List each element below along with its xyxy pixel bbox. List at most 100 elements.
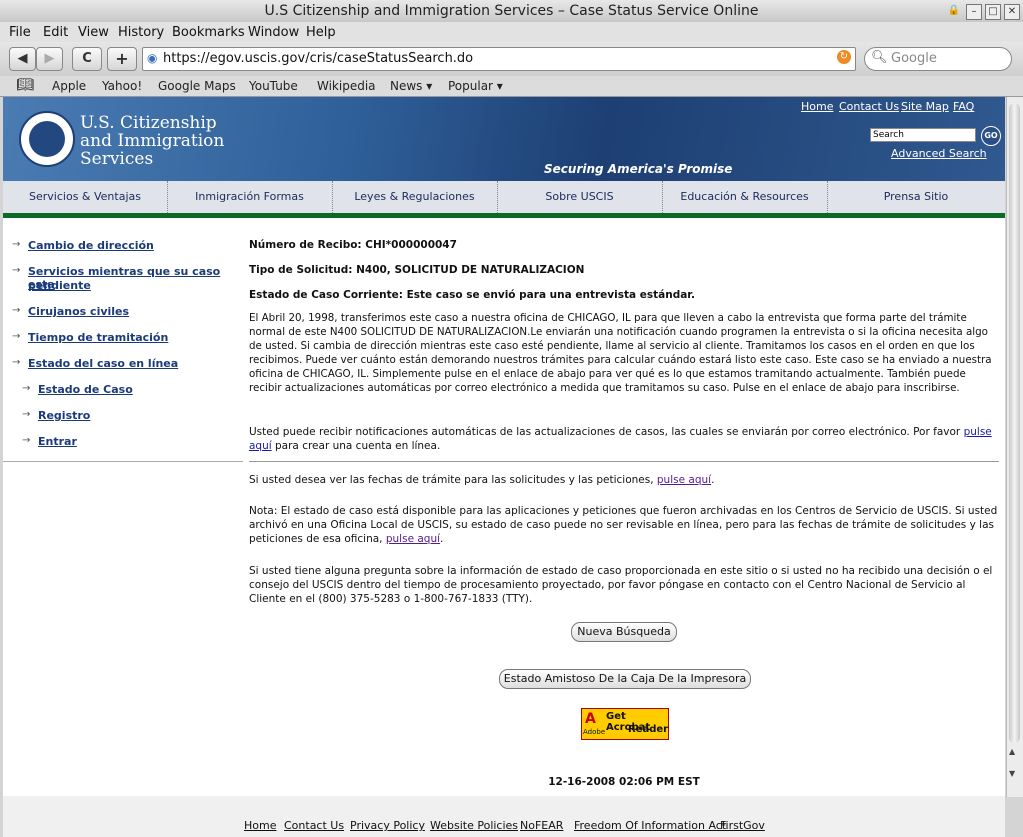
- sidebar: → Cambio de dirección → Servicios mientr…: [3, 218, 243, 796]
- note-text-a: Nota: El estado de caso está disponible …: [249, 505, 998, 545]
- forward-button[interactable]: ▶: [36, 47, 63, 71]
- main-nav: Servicios & Ventajas Inmigración Formas …: [3, 181, 1005, 218]
- adobe-brand: Adobe: [583, 728, 606, 736]
- nav-prensa[interactable]: Prensa Sitio: [827, 181, 1005, 213]
- footer-foia[interactable]: Freedom Of Information Act: [574, 819, 726, 832]
- bookmark-wikipedia[interactable]: Wikipedia: [317, 79, 376, 93]
- contact-paragraph: Si usted tiene alguna pregunta sobre la …: [249, 565, 993, 605]
- note-paragraph: Nota: El estado de caso está disponible …: [249, 504, 999, 546]
- printer-friendly-button[interactable]: Estado Amistoso De la Caja De la Impreso…: [499, 669, 751, 689]
- sidebar-item-estado[interactable]: Estado del caso en línea: [28, 357, 178, 370]
- search-field[interactable]: 🔍︎ Google: [864, 47, 1012, 71]
- nav-servicios[interactable]: Servicios & Ventajas: [3, 181, 168, 213]
- note-text-b: .: [440, 533, 444, 545]
- footer-home[interactable]: Home: [244, 819, 276, 832]
- menu-edit[interactable]: Edit: [43, 25, 68, 40]
- menu-view[interactable]: View: [78, 25, 109, 40]
- nav-sobre[interactable]: Sobre USCIS: [497, 181, 663, 213]
- sidebar-sub-entrar[interactable]: Entrar: [38, 435, 77, 448]
- menu-history[interactable]: History: [118, 25, 164, 40]
- sidebar-item-cirujanos[interactable]: Cirujanos civiles: [28, 305, 129, 318]
- footer-nofear[interactable]: NoFEAR: [520, 819, 563, 832]
- nav-leyes[interactable]: Leyes & Regulaciones: [332, 181, 498, 213]
- top-link-sitemap[interactable]: Site Map: [901, 100, 949, 113]
- nav-educacion[interactable]: Educación & Resources: [662, 181, 828, 213]
- open-book-icon[interactable]: 📖︎: [16, 77, 34, 93]
- bookmark-apple[interactable]: Apple: [52, 79, 86, 93]
- logo-line-3: Services: [80, 149, 154, 169]
- site-search-input[interactable]: Search: [870, 128, 976, 142]
- scroll-up-arrow-icon[interactable]: ▲: [1009, 747, 1015, 756]
- logo-line-1: U.S. Citizenship: [80, 113, 217, 133]
- nav-formas[interactable]: Inmigración Formas: [167, 181, 333, 213]
- address-bar[interactable]: ◉ https://egov.uscis.gov/cris/caseStatus…: [142, 47, 856, 71]
- arrow-icon: →: [12, 305, 21, 316]
- minimize-button[interactable]: –: [966, 4, 982, 20]
- bookmark-popular[interactable]: Popular ▾: [448, 79, 503, 93]
- notification-paragraph: Usted puede recibir notificaciones autom…: [249, 425, 999, 453]
- bookmark-google-maps[interactable]: Google Maps: [158, 79, 236, 93]
- magnifier-icon: 🔍︎: [871, 50, 888, 65]
- menu-window[interactable]: Window: [248, 25, 299, 40]
- new-search-button[interactable]: Nueva Búsqueda: [571, 622, 677, 642]
- sidebar-item-servicios-cont[interactable]: pendiente: [28, 279, 91, 292]
- arrow-icon: →: [22, 409, 31, 420]
- top-link-contact[interactable]: Contact Us: [839, 100, 899, 113]
- globe-icon: ◉: [147, 51, 158, 65]
- scroll-down-arrow-icon[interactable]: ▼: [1009, 769, 1015, 778]
- menu-bar: File Edit View History Bookmarks Window …: [0, 22, 1023, 42]
- office-dates-link[interactable]: pulse aquí: [386, 533, 440, 545]
- sidebar-sub-registro[interactable]: Registro: [38, 409, 90, 422]
- menu-help[interactable]: Help: [306, 25, 336, 40]
- tagline: Securing America's Promise: [544, 162, 733, 176]
- window-titlebar: U.S Citizenship and Immigration Services…: [0, 0, 1023, 22]
- site-banner: U.S. Citizenship and Immigration Service…: [3, 97, 1005, 181]
- adobe-logo-icon: A: [585, 711, 596, 727]
- menu-bookmarks[interactable]: Bookmarks: [172, 25, 245, 40]
- browser-toolbar: ◀ ▶ C + ◉ https://egov.uscis.gov/cris/ca…: [0, 42, 1023, 76]
- get-acrobat-reader-badge[interactable]: A Adobe Get Acrobat Reader: [581, 708, 669, 740]
- lock-icon: 🔒: [947, 5, 961, 16]
- arrow-icon: →: [12, 331, 21, 342]
- footer-contact[interactable]: Contact Us: [284, 819, 344, 832]
- dhs-seal-logo: [19, 111, 75, 167]
- menu-file[interactable]: File: [9, 25, 31, 40]
- back-button[interactable]: ◀: [9, 47, 36, 71]
- arrow-icon: →: [22, 435, 31, 446]
- rss-icon[interactable]: ↻: [837, 50, 851, 64]
- scrollbar-thumb[interactable]: [1009, 103, 1020, 743]
- bookmark-youtube[interactable]: YouTube: [249, 79, 298, 93]
- processing-dates-link[interactable]: pulse aquí: [657, 474, 711, 486]
- arrow-icon: →: [12, 265, 21, 276]
- footer-website-policies[interactable]: Website Policies: [430, 819, 518, 832]
- bookmark-news[interactable]: News ▾: [390, 79, 432, 93]
- search-go-button[interactable]: GO: [981, 126, 1001, 146]
- footer: Home Contact Us Privacy Policy Website P…: [3, 796, 1005, 837]
- top-link-home[interactable]: Home: [801, 100, 833, 113]
- close-button[interactable]: ✕: [1004, 4, 1020, 20]
- web-page: U.S. Citizenship and Immigration Service…: [3, 97, 1005, 837]
- processing-text-b: .: [711, 474, 715, 486]
- processing-text-a: Si usted desea ver las fechas de trámite…: [249, 474, 657, 486]
- footer-firstgov[interactable]: FirstGov: [720, 819, 765, 832]
- content-divider: [249, 461, 999, 462]
- advanced-search-link[interactable]: Advanced Search: [891, 147, 987, 160]
- case-status: Estado de Caso Corriente: Este caso se e…: [249, 289, 695, 301]
- sidebar-divider: [3, 461, 243, 462]
- sidebar-sub-estado-caso[interactable]: Estado de Caso: [38, 383, 133, 396]
- add-bookmark-button[interactable]: +: [107, 47, 137, 71]
- top-link-faq[interactable]: FAQ: [953, 100, 974, 113]
- maximize-button[interactable]: □: [985, 4, 1001, 20]
- arrow-icon: →: [22, 383, 31, 394]
- processing-dates-paragraph: Si usted desea ver las fechas de trámite…: [249, 473, 999, 487]
- vertical-scrollbar[interactable]: ▲ ▼: [1006, 97, 1023, 797]
- logo-line-2: and Immigration: [80, 131, 225, 151]
- address-text: https://egov.uscis.gov/cris/caseStatusSe…: [163, 51, 474, 66]
- reload-button[interactable]: C: [72, 47, 102, 71]
- bookmark-yahoo[interactable]: Yahoo!: [102, 79, 142, 93]
- search-placeholder: Google: [891, 51, 937, 66]
- arrow-icon: →: [12, 357, 21, 368]
- footer-privacy[interactable]: Privacy Policy: [350, 819, 425, 832]
- sidebar-item-cambio[interactable]: Cambio de dirección: [28, 239, 154, 252]
- sidebar-item-tiempo[interactable]: Tiempo de tramitación: [28, 331, 168, 344]
